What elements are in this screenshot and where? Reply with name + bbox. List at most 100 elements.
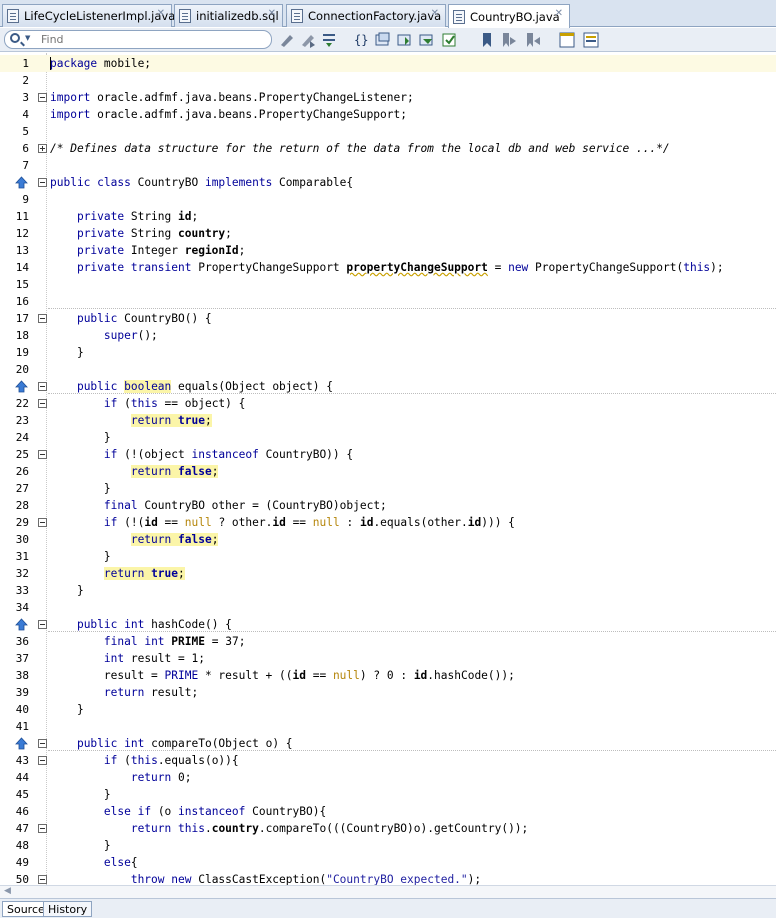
- code-line[interactable]: 27 }: [0, 480, 776, 497]
- close-icon[interactable]: ✕: [268, 8, 276, 19]
- code-line[interactable]: 41: [0, 718, 776, 735]
- horizontal-scrollbar[interactable]: ◀: [0, 885, 776, 898]
- chevron-down-icon[interactable]: ▼: [25, 34, 30, 42]
- search-icon[interactable]: [10, 33, 20, 43]
- collapse-fold-icon[interactable]: [38, 518, 47, 527]
- code-line[interactable]: 3 import oracle.adfmf.java.beans.Property…: [0, 89, 776, 106]
- code-line[interactable]: 13 private Integer regionId;: [0, 242, 776, 259]
- toggle-bookmark-icon[interactable]: {}: [352, 31, 370, 49]
- code-line[interactable]: 22 if (this == object) {: [0, 395, 776, 412]
- find-selection-icon[interactable]: [374, 31, 392, 49]
- code-line[interactable]: 43 if (this.equals(o)){: [0, 752, 776, 769]
- code-line[interactable]: 2: [0, 72, 776, 89]
- collapse-fold-icon[interactable]: [38, 399, 47, 408]
- code-line[interactable]: 28 final CountryBO other = (CountryBO)ob…: [0, 497, 776, 514]
- code-line[interactable]: 19 }: [0, 344, 776, 361]
- code-line[interactable]: public boolean equals(Object object) {: [0, 378, 776, 395]
- code-line[interactable]: 38 result = PRIME * result + ((id == nul…: [0, 667, 776, 684]
- line-number: 16: [15, 295, 29, 308]
- code-line[interactable]: 20: [0, 361, 776, 378]
- collapse-fold-icon[interactable]: [38, 314, 47, 323]
- find-input[interactable]: [41, 32, 261, 47]
- collapse-fold-icon[interactable]: [38, 382, 47, 391]
- code-line[interactable]: 5: [0, 123, 776, 140]
- code-line[interactable]: 18 super();: [0, 327, 776, 344]
- tab-lifecyclelistenerimpl[interactable]: LifeCycleListenerImpl.java ✕: [2, 4, 175, 27]
- bookmark-icon[interactable]: [478, 31, 496, 49]
- find-previous-icon[interactable]: [396, 31, 414, 49]
- code-line[interactable]: 15: [0, 276, 776, 293]
- code-line[interactable]: 40 }: [0, 701, 776, 718]
- start-macro-icon[interactable]: [558, 31, 576, 49]
- last-edit-icon[interactable]: [320, 31, 338, 49]
- code-line[interactable]: 14 private transient PropertyChangeSuppo…: [0, 259, 776, 276]
- find-next-icon[interactable]: [418, 31, 436, 49]
- code-text: }: [50, 703, 84, 716]
- code-line[interactable]: 17 public CountryBO() {: [0, 310, 776, 327]
- code-line[interactable]: 37 int result = 1;: [0, 650, 776, 667]
- code-line[interactable]: 29 if (!(id == null ? other.id == null :…: [0, 514, 776, 531]
- close-icon[interactable]: ✕: [431, 8, 439, 19]
- code-line[interactable]: 32 return true;: [0, 565, 776, 582]
- code-line[interactable]: 30 return false;: [0, 531, 776, 548]
- code-line[interactable]: public int hashCode() {: [0, 616, 776, 633]
- tab-label: CountryBO.java: [470, 9, 560, 24]
- code-line[interactable]: 9: [0, 191, 776, 208]
- stop-macro-icon[interactable]: [582, 31, 600, 49]
- expand-fold-icon[interactable]: [38, 144, 47, 153]
- collapse-fold-icon[interactable]: [38, 756, 47, 765]
- back-history-icon[interactable]: [278, 31, 296, 49]
- code-line[interactable]: 34: [0, 599, 776, 616]
- code-line[interactable]: 45 }: [0, 786, 776, 803]
- code-line[interactable]: 24 }: [0, 429, 776, 446]
- scroll-left-icon[interactable]: ◀: [4, 886, 11, 896]
- code-line[interactable]: 4 import oracle.adfmf.java.beans.Property…: [0, 106, 776, 123]
- code-line[interactable]: 31 }: [0, 548, 776, 565]
- override-arrow-icon[interactable]: [15, 618, 28, 631]
- code-line[interactable]: public int compareTo(Object o) {: [0, 735, 776, 752]
- code-line[interactable]: 36 final int PRIME = 37;: [0, 633, 776, 650]
- code-line[interactable]: 46 else if (o instanceof CountryBO){: [0, 803, 776, 820]
- code-line[interactable]: 23 return true;: [0, 412, 776, 429]
- next-bookmark-icon[interactable]: [524, 31, 542, 49]
- collapse-fold-icon[interactable]: [38, 739, 47, 748]
- tab-initializedb[interactable]: initializedb.sql ✕: [174, 4, 283, 27]
- tab-history[interactable]: History: [43, 901, 93, 917]
- code-text: final CountryBO other = (CountryBO)objec…: [103, 499, 387, 512]
- code-line[interactable]: 7: [0, 157, 776, 174]
- override-arrow-icon[interactable]: [15, 737, 28, 750]
- code-line[interactable]: 6 /* Defines data structure for the retur…: [0, 140, 776, 157]
- code-line[interactable]: 26 return false;: [0, 463, 776, 480]
- code-line[interactable]: 16: [0, 293, 776, 310]
- code-line[interactable]: 11 private String id;: [0, 208, 776, 225]
- code-text: return this.country.compareTo(((CountryB…: [130, 822, 529, 835]
- override-arrow-icon[interactable]: [15, 380, 28, 393]
- forward-history-icon[interactable]: [299, 31, 317, 49]
- code-line[interactable]: 1 package mobile;: [0, 55, 776, 72]
- highlight-icon[interactable]: [440, 31, 458, 49]
- code-line[interactable]: 33 }: [0, 582, 776, 599]
- override-arrow-icon[interactable]: [15, 176, 28, 189]
- code-line[interactable]: 50 throw new ClassCastException("Country…: [0, 871, 776, 885]
- tab-countrybo[interactable]: CountryBO.java ✕: [448, 4, 570, 28]
- collapse-fold-icon[interactable]: [38, 450, 47, 459]
- code-line[interactable]: public class CountryBO implements Compar…: [0, 174, 776, 191]
- collapse-fold-icon[interactable]: [38, 178, 47, 187]
- code-line[interactable]: 49 else{: [0, 854, 776, 871]
- collapse-fold-icon[interactable]: [38, 620, 47, 629]
- collapse-fold-icon[interactable]: [38, 875, 47, 884]
- code-line[interactable]: 12 private String country;: [0, 225, 776, 242]
- close-icon[interactable]: ✕: [157, 8, 165, 19]
- collapse-fold-icon[interactable]: [38, 824, 47, 833]
- code-line[interactable]: 47 return this.country.compareTo(((Count…: [0, 820, 776, 837]
- previous-bookmark-icon[interactable]: [500, 31, 518, 49]
- code-text: if (!(object instanceof CountryBO)) {: [103, 448, 354, 461]
- collapse-fold-icon[interactable]: [38, 93, 47, 102]
- code-line[interactable]: 48 }: [0, 837, 776, 854]
- close-icon[interactable]: ✕: [555, 8, 563, 19]
- code-line[interactable]: 44 return 0;: [0, 769, 776, 786]
- code-line[interactable]: 39 return result;: [0, 684, 776, 701]
- tab-connectionfactory[interactable]: ConnectionFactory.java ✕: [286, 4, 446, 27]
- code-editor[interactable]: 1 package mobile; 2 3 import oracle.adfmf.ja…: [0, 53, 776, 885]
- code-line[interactable]: 25 if (!(object instanceof CountryBO)) {: [0, 446, 776, 463]
